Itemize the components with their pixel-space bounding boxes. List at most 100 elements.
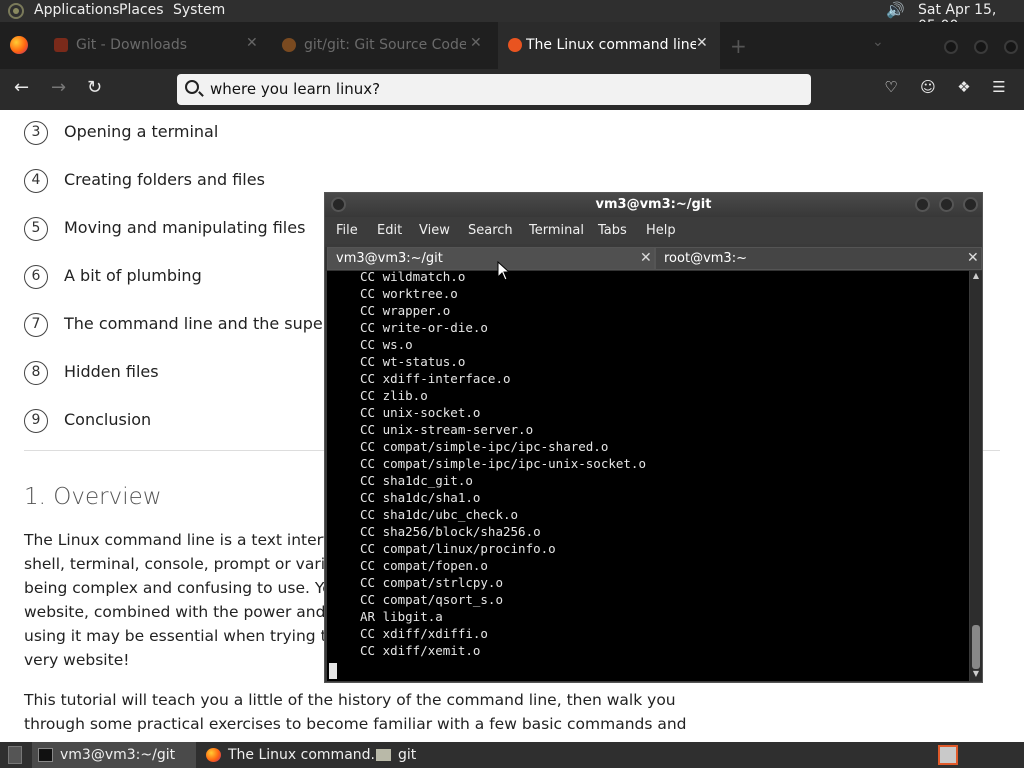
menu-help[interactable]: Help <box>646 223 676 238</box>
places-menu[interactable]: Places <box>119 2 164 18</box>
folder-icon <box>376 749 391 761</box>
extensions-icon[interactable]: ❖ <box>956 79 972 95</box>
maximize-window-icon[interactable] <box>939 197 954 212</box>
scroll-up-icon[interactable]: ▲ <box>971 271 981 281</box>
show-desktop-icon[interactable] <box>8 746 22 764</box>
terminal-line: CC ws.o <box>360 337 413 352</box>
terminal-line: CC xdiff-interface.o <box>360 371 511 386</box>
tab-linux-command-line[interactable]: The Linux command line for beginners ✕ <box>498 22 720 69</box>
toc-number: 7 <box>24 313 48 337</box>
terminal-cursor <box>329 663 337 679</box>
browser-tab-strip: Git - Downloads ✕ git/git: Git Source Co… <box>0 22 1024 69</box>
close-tab-icon[interactable]: ✕ <box>470 35 482 51</box>
toc-label[interactable]: The command line and the superuser <box>64 314 364 333</box>
terminal-line: CC compat/strlcpy.o <box>360 575 503 590</box>
bottom-taskbar: vm3@vm3:~/git The Linux command... git <box>0 742 1024 768</box>
list-tabs-chevron-icon[interactable]: ⌄ <box>872 34 884 50</box>
terminal-titlebar[interactable]: vm3@vm3:~/git <box>325 193 982 217</box>
top-panel: Applications Places System 🔊 Sat Apr 15,… <box>0 0 1024 34</box>
scroll-down-icon[interactable]: ▼ <box>971 669 981 679</box>
terminal-output[interactable]: CC wildmatch.o CC worktree.o CC wrapper.… <box>327 271 969 681</box>
terminal-line: CC compat/fopen.o <box>360 558 488 573</box>
terminal-icon <box>38 748 53 762</box>
distro-logo-icon[interactable] <box>8 3 24 19</box>
terminal-line: CC unix-socket.o <box>360 405 481 420</box>
terminal-line: CC xdiff/xemit.o <box>360 643 481 658</box>
paragraph-line: This tutorial will teach you a little of… <box>24 691 676 709</box>
git-favicon-icon <box>54 38 68 52</box>
paragraph-line: shell, terminal, console, prompt or vari… <box>24 555 353 573</box>
paragraph-line: using it may be essential when trying to… <box>24 627 357 645</box>
menu-file[interactable]: File <box>336 223 358 238</box>
volume-icon[interactable]: 🔊 <box>886 1 908 21</box>
new-tab-icon[interactable]: + <box>730 34 747 58</box>
pocket-icon[interactable]: ♡ <box>883 79 899 95</box>
close-tab-icon[interactable]: ✕ <box>246 35 258 51</box>
address-bar[interactable]: where you learn linux? <box>177 74 811 105</box>
close-tab-icon[interactable]: ✕ <box>967 250 979 266</box>
toc-number: 8 <box>24 361 48 385</box>
taskbar-item-folder[interactable]: git <box>370 742 460 768</box>
forward-arrow-icon[interactable]: → <box>51 77 66 98</box>
scrollbar-thumb[interactable] <box>972 625 980 669</box>
account-icon[interactable]: ☺ <box>920 79 936 95</box>
toc-label[interactable]: A bit of plumbing <box>64 266 202 285</box>
tab-github-git[interactable]: git/git: Git Source Code Mirror ✕ <box>272 22 496 69</box>
close-tab-icon[interactable]: ✕ <box>640 250 652 266</box>
menu-edit[interactable]: Edit <box>377 223 402 238</box>
address-bar-text[interactable]: where you learn linux? <box>210 80 380 98</box>
back-arrow-icon[interactable]: ← <box>14 77 29 98</box>
taskbar-label: git <box>398 747 417 763</box>
terminal-scrollbar[interactable]: ▲ ▼ <box>970 271 982 681</box>
close-window-icon[interactable] <box>1004 40 1018 54</box>
close-window-icon[interactable] <box>963 197 978 212</box>
system-menu[interactable]: System <box>173 2 225 18</box>
terminal-tab-root[interactable]: root@vm3:~ ✕ <box>655 247 982 270</box>
toc-label[interactable]: Opening a terminal <box>64 122 218 141</box>
terminal-line: CC compat/simple-ipc/ipc-shared.o <box>360 439 609 454</box>
toc-label[interactable]: Moving and manipulating files <box>64 218 305 237</box>
terminal-menubar: File Edit View Search Terminal Tabs Help <box>325 217 982 244</box>
hamburger-menu-icon[interactable]: ☰ <box>991 79 1007 95</box>
terminal-line: CC wildmatch.o <box>360 271 466 284</box>
maximize-window-icon[interactable] <box>974 40 988 54</box>
menu-search[interactable]: Search <box>468 223 513 238</box>
paragraph-line: through some practical exercises to beco… <box>24 715 687 733</box>
github-favicon-icon <box>282 38 296 52</box>
terminal-line: CC sha1dc/sha1.o <box>360 490 481 505</box>
tab-git-downloads[interactable]: Git - Downloads ✕ <box>44 22 268 69</box>
menu-view[interactable]: View <box>419 223 450 238</box>
ubuntu-favicon-icon <box>508 38 522 52</box>
terminal-line: CC sha256/block/sha256.o <box>360 524 541 539</box>
minimize-window-icon[interactable] <box>915 197 930 212</box>
minimize-window-icon[interactable] <box>944 40 958 54</box>
terminal-line: CC zlib.o <box>360 388 428 403</box>
terminal-line: CC write-or-die.o <box>360 320 488 335</box>
navigation-toolbar: ← → ↻ where you learn linux? ♡ ☺ ❖ ☰ <box>0 69 1024 110</box>
toc-number: 3 <box>24 121 48 145</box>
terminal-tab-vm3-git[interactable]: vm3@vm3:~/git ✕ <box>327 247 655 270</box>
menu-tabs[interactable]: Tabs <box>598 223 627 238</box>
paragraph-line: being complex and confusing to use. Yet … <box>24 579 349 597</box>
terminal-line: CC compat/linux/procinfo.o <box>360 541 556 556</box>
taskbar-item-firefox[interactable]: The Linux command... <box>200 742 384 768</box>
terminal-line: CC compat/simple-ipc/ipc-unix-socket.o <box>360 456 646 471</box>
terminal-line: CC unix-stream-server.o <box>360 422 534 437</box>
terminal-window[interactable]: vm3@vm3:~/git File Edit View Search Term… <box>324 192 983 683</box>
close-tab-icon[interactable]: ✕ <box>696 35 708 51</box>
terminal-line: AR libgit.a <box>360 609 443 624</box>
workspace-switcher[interactable] <box>938 745 958 765</box>
firefox-view-icon[interactable] <box>10 36 28 54</box>
search-icon <box>185 80 199 94</box>
reload-icon[interactable]: ↻ <box>87 77 102 98</box>
terminal-tab-label: root@vm3:~ <box>664 251 747 266</box>
applications-menu[interactable]: Applications <box>34 2 120 18</box>
taskbar-item-terminal[interactable]: vm3@vm3:~/git <box>32 742 196 768</box>
terminal-line: CC wt-status.o <box>360 354 466 369</box>
toc-label[interactable]: Conclusion <box>64 410 151 429</box>
toc-label[interactable]: Hidden files <box>64 362 159 381</box>
paragraph-line: The Linux command line is a text interfa… <box>24 531 357 549</box>
tab-label: git/git: Git Source Code Mirror <box>304 37 466 53</box>
menu-terminal[interactable]: Terminal <box>529 223 584 238</box>
toc-label[interactable]: Creating folders and files <box>64 170 265 189</box>
